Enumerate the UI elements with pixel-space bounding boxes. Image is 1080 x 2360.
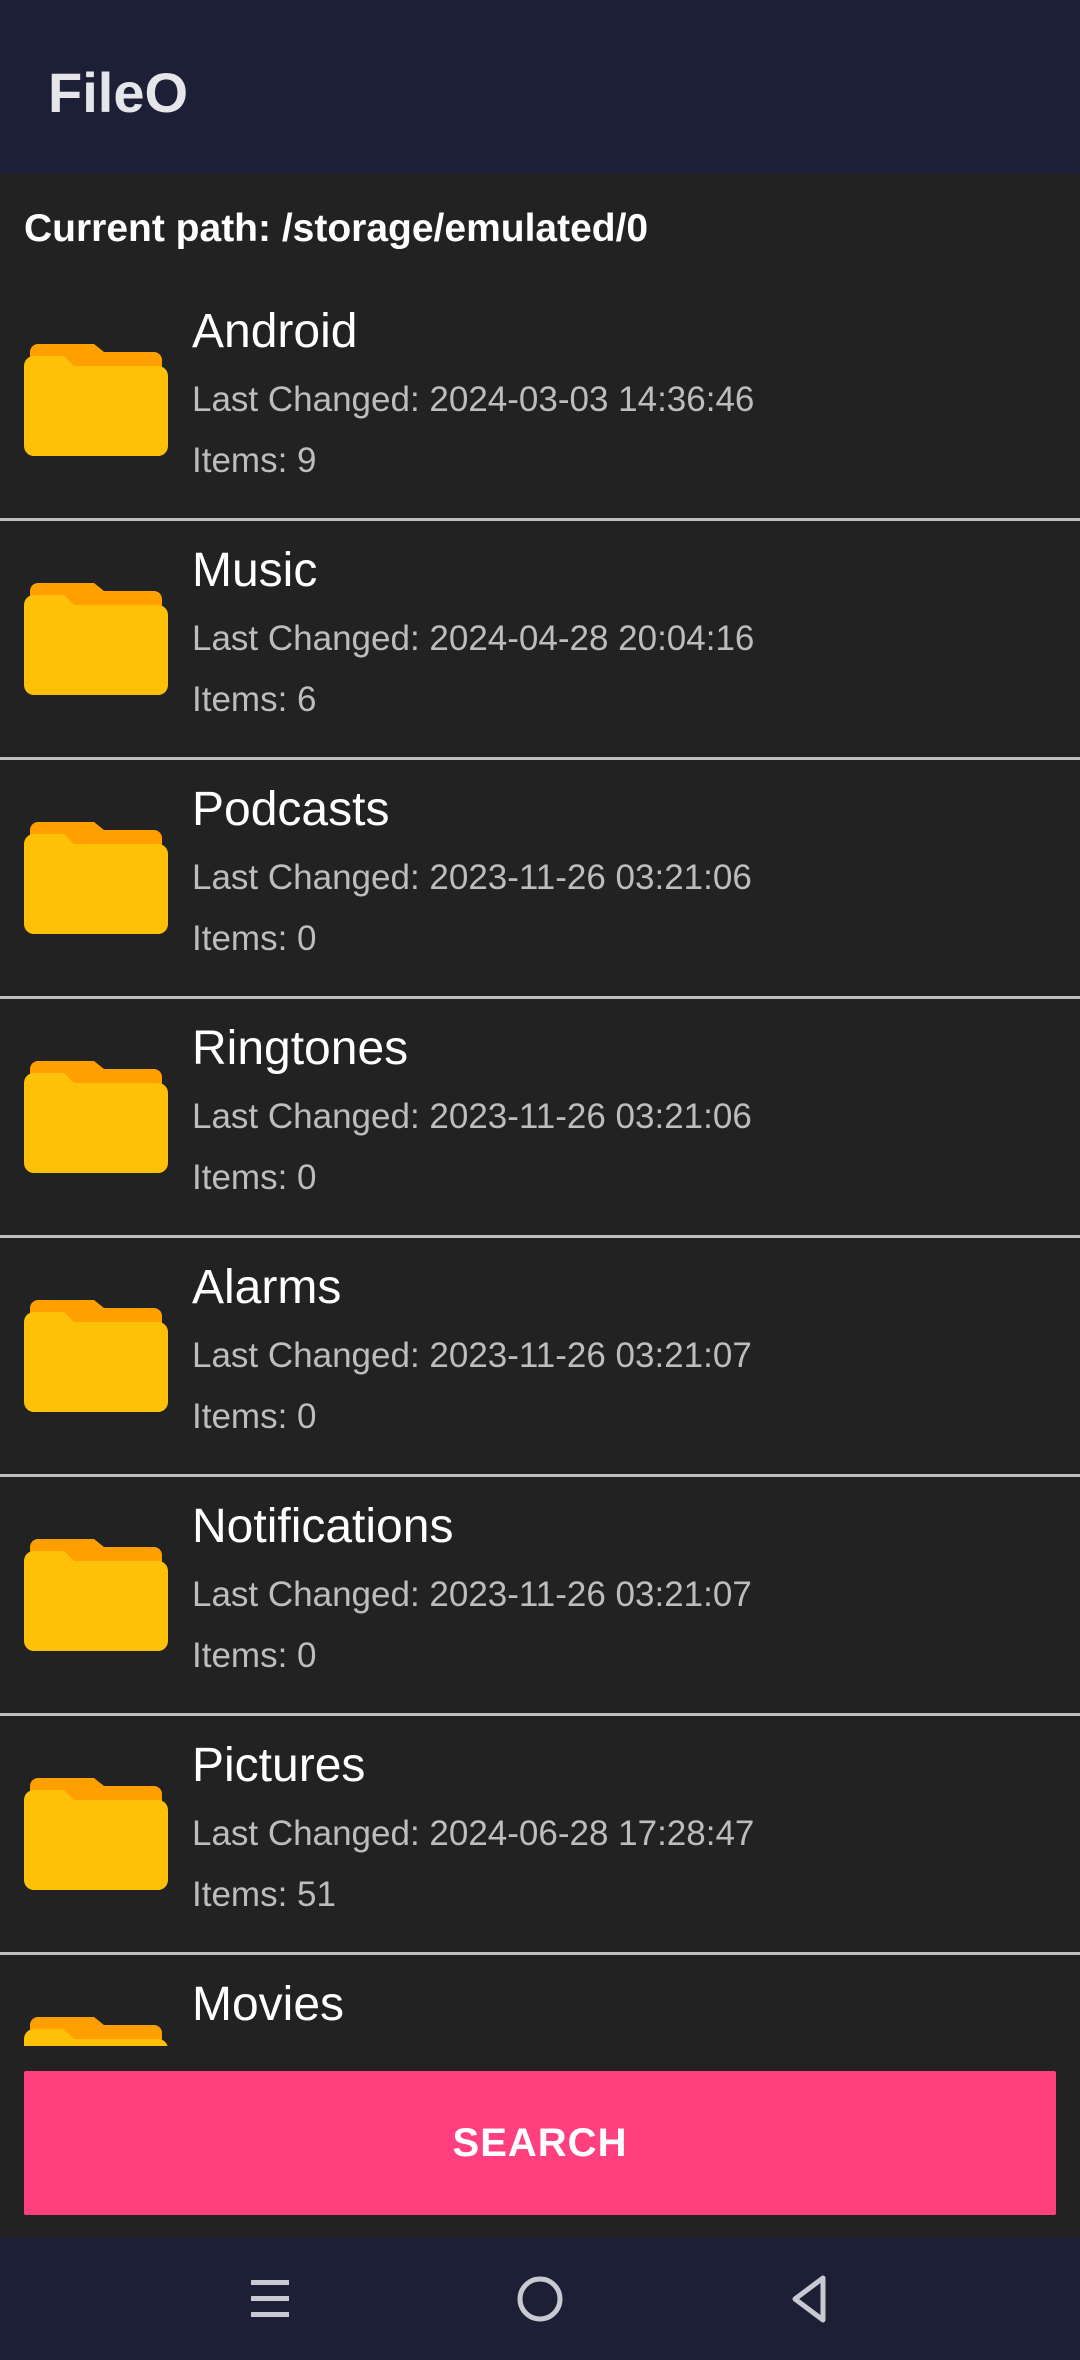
home-circle-icon[interactable]: [495, 2254, 585, 2344]
folder-icon: [24, 1539, 168, 1651]
folder-icon: [24, 344, 168, 456]
folder-last-changed: Last Changed: 2023-11-26 03:21:07: [192, 1336, 752, 1375]
folder-row-ringtones[interactable]: Ringtones Last Changed: 2023-11-26 03:21…: [0, 999, 1080, 1238]
folder-row-notifications[interactable]: Notifications Last Changed: 2023-11-26 0…: [0, 1477, 1080, 1716]
folder-item-count: Items: 9: [192, 441, 317, 480]
folder-name: Alarms: [192, 1261, 342, 1314]
menu-icon[interactable]: [225, 2254, 315, 2344]
back-triangle-icon[interactable]: [765, 2254, 855, 2344]
folder-last-changed: Last Changed: 2023-11-26 03:21:06: [192, 1097, 752, 1136]
folder-name: Podcasts: [192, 783, 390, 836]
folder-name: Ringtones: [192, 1022, 409, 1075]
folder-last-changed: Last Changed: 2023-11-26 03:21:07: [192, 1575, 752, 1614]
folder-last-changed: Last Changed: 2024-03-03 14:36:46: [192, 380, 755, 419]
app-title: FileO: [48, 61, 189, 124]
folder-name: Music: [192, 544, 318, 597]
folder-item-count: Items: 0: [192, 1636, 317, 1675]
folder-item-count: Items: 0: [192, 1397, 317, 1436]
system-navigation-bar: [0, 2238, 1080, 2360]
folder-item-count: Items: 6: [192, 680, 317, 719]
folder-icon: [24, 583, 168, 695]
folder-list[interactable]: Android Last Changed: 2024-03-03 14:36:4…: [0, 282, 1080, 2046]
folder-item-count: Items: 0: [192, 919, 317, 958]
folder-icon: [24, 1061, 168, 1173]
folder-name: Movies: [192, 1978, 345, 2031]
folder-name: Android: [192, 305, 358, 358]
app-bar: FileO: [0, 0, 1080, 174]
folder-name: Notifications: [192, 1500, 454, 1553]
folder-icon: [24, 1778, 168, 1890]
folder-name: Pictures: [192, 1739, 366, 1792]
folder-row-movies[interactable]: Movies: [0, 1955, 1080, 2046]
search-button[interactable]: SEARCH: [24, 2071, 1056, 2215]
current-path-label: Current path: /storage/emulated/0: [24, 207, 649, 250]
folder-row-alarms[interactable]: Alarms Last Changed: 2023-11-26 03:21:07…: [0, 1238, 1080, 1477]
folder-icon: [24, 1300, 168, 1412]
folder-last-changed: Last Changed: 2024-04-28 20:04:16: [192, 619, 755, 658]
folder-icon: [24, 2017, 168, 2046]
folder-row-podcasts[interactable]: Podcasts Last Changed: 2023-11-26 03:21:…: [0, 760, 1080, 999]
folder-item-count: Items: 51: [192, 1875, 336, 1914]
folder-row-music[interactable]: Music Last Changed: 2024-04-28 20:04:16 …: [0, 521, 1080, 760]
folder-last-changed: Last Changed: 2024-06-28 17:28:47: [192, 1814, 755, 1853]
folder-icon: [24, 822, 168, 934]
folder-row-pictures[interactable]: Pictures Last Changed: 2024-06-28 17:28:…: [0, 1716, 1080, 1955]
folder-last-changed: Last Changed: 2023-11-26 03:21:06: [192, 858, 752, 897]
folder-item-count: Items: 0: [192, 1158, 317, 1197]
folder-row-android[interactable]: Android Last Changed: 2024-03-03 14:36:4…: [0, 282, 1080, 521]
file-browser[interactable]: Current path: /storage/emulated/0 Androi…: [0, 174, 1080, 2046]
